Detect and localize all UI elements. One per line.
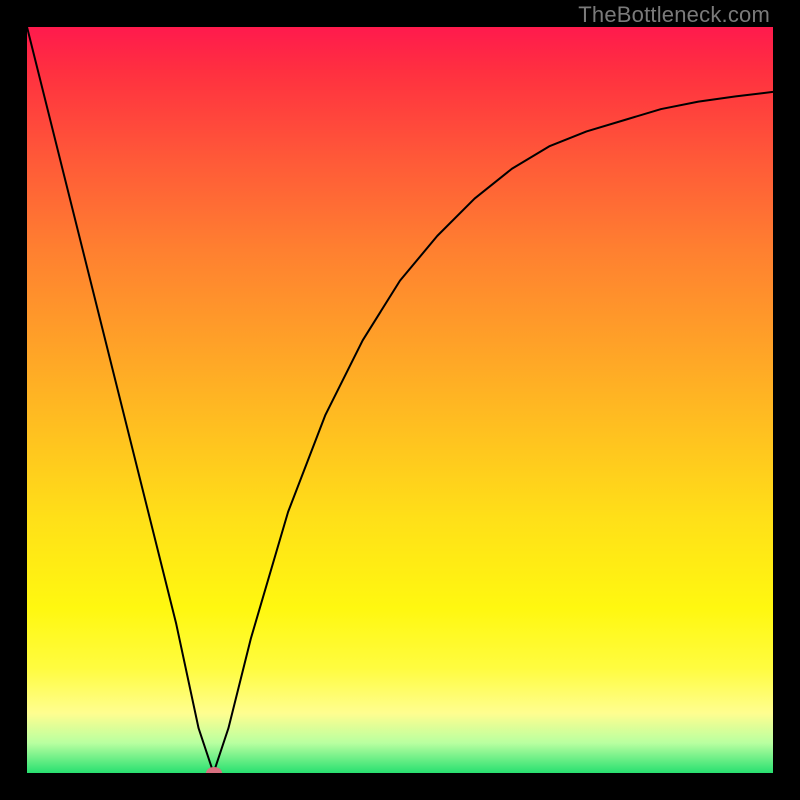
bottleneck-curve (27, 27, 773, 773)
plot-area (27, 27, 773, 773)
minimum-marker (206, 767, 222, 773)
watermark-text: TheBottleneck.com (578, 2, 770, 28)
